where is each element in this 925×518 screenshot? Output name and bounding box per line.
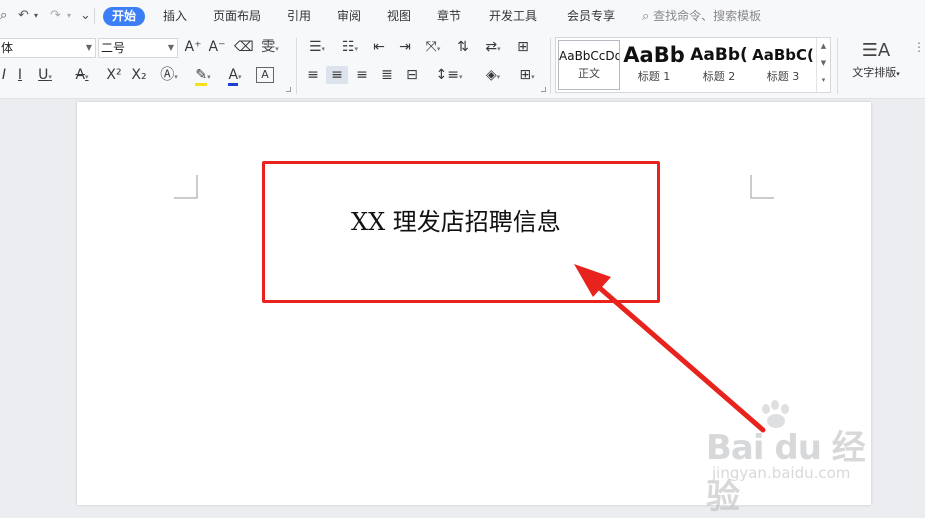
baidu-jingyan-watermark: Bai du 经验 jingyan.baidu.com [700, 398, 890, 517]
watermark-url: jingyan.baidu.com [712, 464, 851, 482]
